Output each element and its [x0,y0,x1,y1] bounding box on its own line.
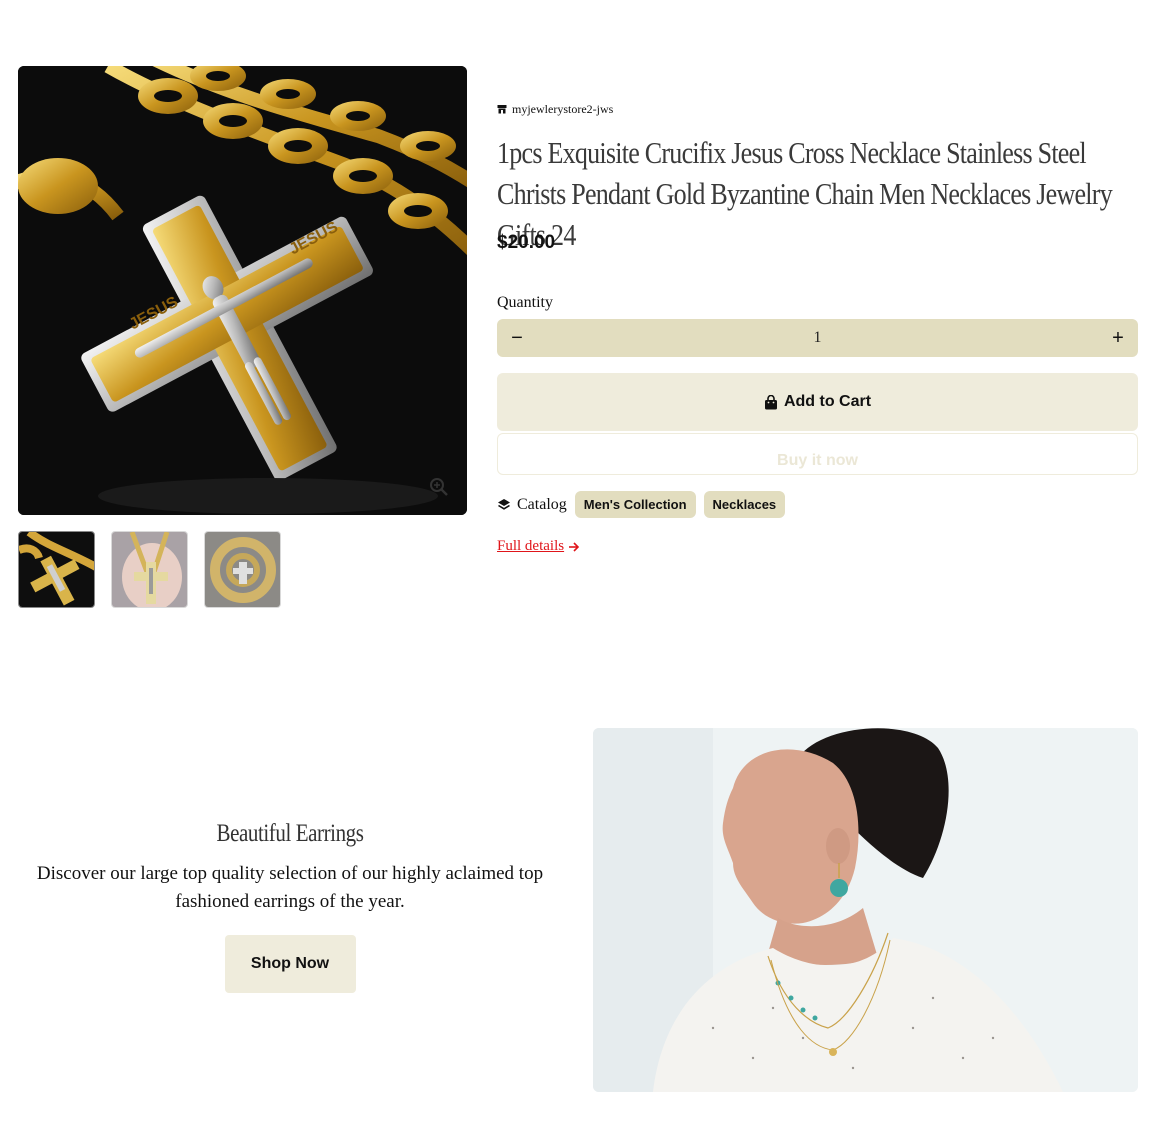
tag-necklaces[interactable]: Necklaces [703,491,786,518]
thumbnail-image [112,532,187,607]
product-info: myjewlerystore2-jws 1pcs Exquisite Cruci… [497,98,1138,554]
store-icon [497,105,507,114]
catalog-tags: Catalog Men's Collection Necklaces [497,491,786,518]
increase-quantity-button[interactable]: + [1098,319,1138,357]
decrease-quantity-button[interactable]: − [497,319,537,357]
add-to-cart-label: Add to Cart [783,393,872,410]
catalog-text: Catalog [517,495,567,513]
product-main-image[interactable]: JESUS JESUS [18,66,467,515]
banner-heading: Beautiful Earrings [216,820,364,847]
buy-now-label: Buy it now [777,452,858,469]
product-title: 1pcs Exquisite Crucifix Jesus Cross Neck… [497,135,1113,252]
earrings-banner-image [593,728,1138,1092]
quantity-stepper: − + [497,319,1138,357]
full-details-label: Full details [497,538,565,554]
vendor[interactable]: myjewlerystore2-jws [497,98,1138,120]
buy-now-button[interactable]: Buy it now [497,433,1138,475]
catalog-label: Catalog [497,496,567,514]
necklace-photo: JESUS JESUS [18,66,467,515]
thumbnail-image [205,532,280,607]
layers-icon [498,498,510,510]
woman-wearing-earrings-photo [593,728,1138,1092]
quantity-input[interactable] [537,319,1098,357]
tag-mens-collection[interactable]: Men's Collection [574,491,696,518]
quantity-label: Quantity [497,294,553,311]
banner-description: Discover our large top quality selection… [36,863,544,912]
product-price: $20.00 [497,232,556,253]
vendor-name: myjewlerystore2-jws [512,101,614,116]
thumbnail-list [18,531,281,608]
thumbnail-1[interactable] [18,531,95,608]
thumbnail-image [19,532,94,607]
arrow-right-icon [569,541,580,552]
thumbnail-2[interactable] [111,531,188,608]
shopping-bag-icon [764,394,777,409]
shop-now-button[interactable]: Shop Now [224,935,356,993]
full-details-link[interactable]: Full details [497,538,580,555]
zoom-in-icon [430,478,448,496]
earrings-banner-text: Beautiful Earrings Discover our large to… [30,820,550,993]
thumbnail-3[interactable] [204,531,281,608]
zoom-button[interactable] [427,475,451,499]
add-to-cart-button[interactable]: Add to Cart [497,373,1138,431]
